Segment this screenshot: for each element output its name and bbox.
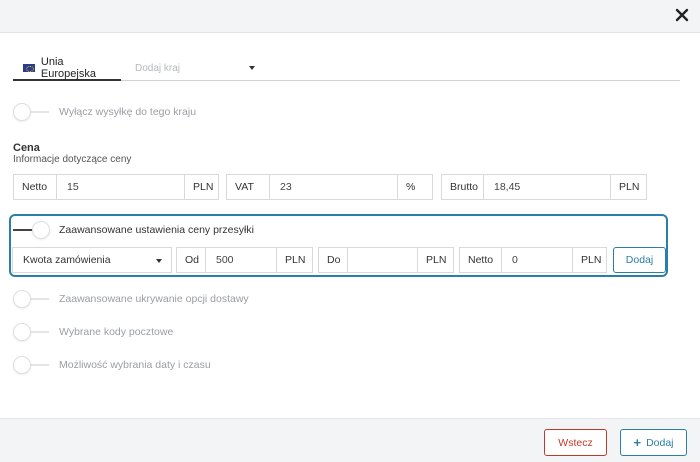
eu-flag-icon [23,64,35,72]
netto-label: Netto [14,175,57,199]
back-button[interactable]: Wstecz [544,429,607,456]
from-amount-input[interactable]: 500 [206,248,276,272]
condition-type-value: Kwota zamówienia [23,254,111,266]
plus-icon: + [633,435,642,450]
from-label: Od [177,248,206,272]
chevron-down-icon[interactable] [249,66,255,70]
add-country-dropdown[interactable]: Dodaj kraj [135,63,180,74]
brutto-price-input[interactable]: 18,45 [484,175,610,199]
add-button-label: Dodaj [646,436,674,449]
price-section-title: Cena [13,142,40,154]
country-tabs: Unia Europejska Dodaj kraj [13,56,680,81]
date-time-label: Możliwość wybrania daty i czasu [59,359,211,371]
postal-codes-label: Wybrane kody pocztowe [59,326,174,338]
tab-label: Unia Europejska [40,56,96,80]
vat-group: VAT 23 % [226,174,433,200]
add-rule-button[interactable]: Dodaj [613,247,666,273]
netto-price-group: Netto 15 PLN [13,174,219,200]
advanced-netto-label: Netto [460,248,502,272]
postal-codes-toggle[interactable] [13,323,49,341]
modal-header [0,0,700,33]
vat-input[interactable]: 23 [270,175,397,199]
from-amount-group: Od 500 PLN [176,247,313,273]
tab-european-union[interactable]: Unia Europejska [13,56,121,81]
advanced-hiding-toggle[interactable] [13,290,49,308]
to-label: Do [319,248,348,272]
disable-shipping-toggle[interactable] [13,103,49,121]
vat-label: VAT [227,175,270,199]
brutto-price-group: Brutto 18,45 PLN [441,174,647,200]
price-section-subtitle: Informacje dotyczące ceny [13,154,132,165]
vat-unit: % [397,175,432,199]
add-button[interactable]: + Dodaj [620,429,687,456]
netto-price-input[interactable]: 15 [57,175,184,199]
brutto-label: Brutto [442,175,484,199]
advanced-price-toggle[interactable] [13,221,50,239]
advanced-netto-unit: PLN [572,248,606,272]
condition-type-select[interactable]: Kwota zamówienia [12,247,172,273]
close-icon[interactable] [675,8,689,22]
advanced-price-label: Zaawansowane ustawienia ceny przesyłki [59,224,254,236]
disable-shipping-label: Wyłącz wysyłkę do tego kraju [59,106,197,118]
to-amount-input[interactable] [348,248,417,272]
to-amount-group: Do PLN [318,247,454,273]
netto-unit: PLN [184,175,218,199]
from-unit: PLN [276,248,312,272]
chevron-down-icon [156,259,162,263]
advanced-hiding-label: Zaawansowane ukrywanie opcji dostawy [59,293,249,305]
date-time-toggle[interactable] [13,356,49,374]
advanced-netto-group: Netto 0 PLN [459,247,607,273]
to-unit: PLN [417,248,453,272]
advanced-netto-input[interactable]: 0 [502,248,572,272]
brutto-unit: PLN [610,175,646,199]
